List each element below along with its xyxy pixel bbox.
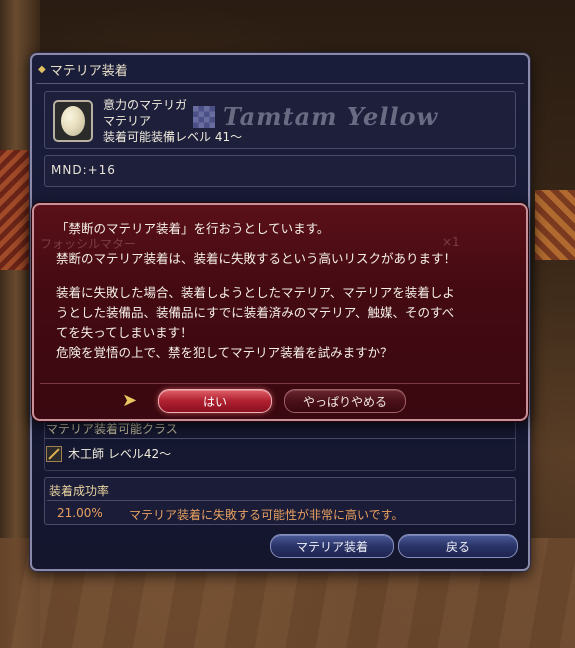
attach-materia-button[interactable]: マテリア装着 <box>270 534 394 558</box>
background-rug-right <box>535 190 575 260</box>
window-title: ◆ マテリア装着 <box>38 60 128 79</box>
yes-button[interactable]: はい <box>158 389 272 413</box>
forbidden-materia-warning-dialog: フォッシルマター ×1 「禁断のマテリア装着」を行おうとしています。 禁断のマテ… <box>32 203 528 421</box>
watermark-text: Tamtam Yellow <box>223 102 439 131</box>
dialog-line-4: うとした装備品、装備品にすでに装着済みのマテリア、触媒、そのすべ <box>56 305 455 320</box>
stat-panel: MND:+16 <box>44 155 516 187</box>
watermark-checker-icon <box>193 106 215 128</box>
dialog-line-5: てを失ってしまいます！ <box>56 325 193 340</box>
dialog-line-3: 装着に失敗した場合、装着しようとしたマテリア、マテリアを装着しよ <box>56 285 455 300</box>
title-divider <box>36 83 524 84</box>
success-rate: 21.00% <box>57 506 103 520</box>
class-entry-text: 木工師 レベル42～ <box>68 447 172 461</box>
materia-gem-icon[interactable] <box>53 100 93 142</box>
dialog-line-1: 「禁断のマテリア装着」を行おうとしています。 <box>56 221 330 236</box>
dialog-line-2: 禁断のマテリア装着は、装着に失敗するという高いリスクがあります！ <box>56 251 457 266</box>
window-title-text: マテリア装着 <box>49 64 128 79</box>
success-divider <box>47 500 513 501</box>
dialog-divider <box>40 383 520 384</box>
success-panel: 装着成功率 21.00% マテリア装着に失敗する可能性が非常に高いです。 <box>44 477 516 525</box>
item-type: マテリア <box>103 114 152 128</box>
carpenter-tool-icon <box>46 445 62 462</box>
title-diamond-icon: ◆ <box>38 64 46 75</box>
back-button[interactable]: 戻る <box>398 534 518 558</box>
cancel-button[interactable]: やっぱりやめる <box>284 389 406 413</box>
class-header: マテリア装着可能クラス <box>46 422 178 436</box>
item-requirement: 装着可能装備レベル 41～ <box>103 130 243 144</box>
stat-text: MND:+16 <box>51 163 116 177</box>
item-name: 意力のマテリガ <box>103 98 188 112</box>
gem-inner <box>61 106 85 136</box>
dialog-line-6: 危険を覚悟の上で、禁を犯してマテリア装着を試みますか？ <box>56 345 393 360</box>
class-entry: 木工師 レベル42～ <box>46 445 171 462</box>
selection-cursor-icon: ➤ <box>122 390 138 411</box>
dialog-gap <box>56 269 516 283</box>
item-panel: 意力のマテリガ マテリア 装着可能装備レベル 41～ Tamtam Yellow <box>44 91 516 149</box>
dialog-message: 「禁断のマテリア装着」を行おうとしています。 禁断のマテリア装着は、装着に失敗す… <box>56 219 516 363</box>
background-rug-left <box>0 150 30 270</box>
success-header: 装着成功率 <box>49 484 110 498</box>
dialog-gap <box>56 239 516 249</box>
class-divider <box>44 438 516 439</box>
success-message: マテリア装着に失敗する可能性が非常に高いです。 <box>129 508 404 522</box>
